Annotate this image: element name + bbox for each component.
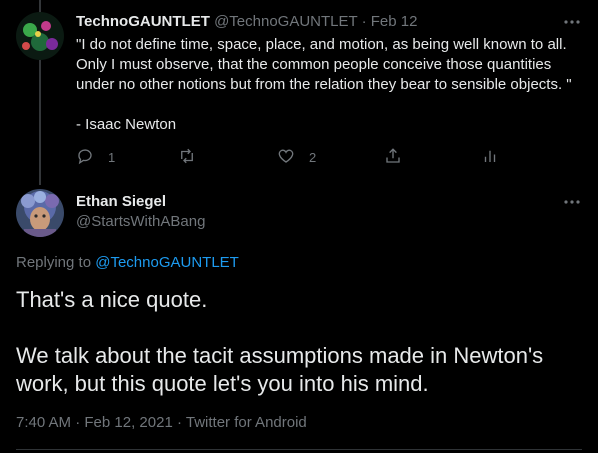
replying-to-line: Replying to @TechnoGAUNTLET (16, 254, 239, 271)
tweet1-quote: "I do not define time, space, place, and… (76, 36, 572, 93)
reply-count: 1 (108, 149, 116, 165)
tweet2-paragraph-2: We talk about the tacit assumptions made… (16, 343, 544, 396)
like-icon (277, 147, 295, 168)
tweet1-attribution: - Isaac Newton (76, 116, 177, 133)
divider (16, 449, 582, 450)
tweet2-separator: · (75, 414, 81, 431)
reply-icon (76, 147, 94, 168)
avatar-ethan-siegel[interactable] (16, 189, 64, 237)
tweet2-text: That's a nice quote. We talk about the t… (16, 286, 586, 398)
replying-to-mention-link[interactable]: @TechnoGAUNTLET (95, 254, 239, 271)
tweet2-paragraph-1: That's a nice quote. (16, 287, 208, 312)
retweet-icon (178, 147, 196, 168)
tweet2-time[interactable]: 7:40 AM (16, 414, 71, 431)
retweet-button[interactable] (178, 145, 210, 169)
avatar-technogauntlet[interactable] (16, 12, 64, 60)
tweet1-header: TechnoGAUNTLET @TechnoGAUNTLET · Feb 12 (76, 13, 417, 30)
like-button[interactable]: 2 (277, 145, 316, 169)
tweet2-separator: · (176, 414, 182, 431)
analytics-icon (481, 147, 499, 168)
reply-button[interactable]: 1 (76, 145, 115, 169)
replying-to-label: Replying to (16, 254, 92, 271)
tweet1-display-name[interactable]: TechnoGAUNTLET (76, 13, 210, 30)
tweet1-separator: · (361, 13, 367, 30)
share-icon (384, 147, 402, 168)
more-icon[interactable] (562, 192, 582, 212)
tweet2-metadata: 7:40 AM · Feb 12, 2021 · Twitter for And… (16, 414, 307, 431)
tweet1-action-bar: 1 2 (76, 145, 516, 169)
tweet2-display-name[interactable]: Ethan Siegel (76, 193, 166, 210)
more-icon[interactable] (562, 12, 582, 32)
tweet2-handle[interactable]: @StartsWithABang (76, 213, 205, 230)
analytics-button[interactable] (481, 145, 499, 169)
tweet1-handle[interactable]: @TechnoGAUNTLET (214, 13, 357, 30)
tweet2-date[interactable]: Feb 12, 2021 (84, 414, 172, 431)
tweet1-text: "I do not define time, space, place, and… (76, 35, 586, 135)
like-count: 2 (309, 149, 317, 165)
share-button[interactable] (384, 145, 402, 169)
tweet1-date[interactable]: Feb 12 (371, 13, 418, 30)
tweet2-source[interactable]: Twitter for Android (186, 414, 307, 431)
